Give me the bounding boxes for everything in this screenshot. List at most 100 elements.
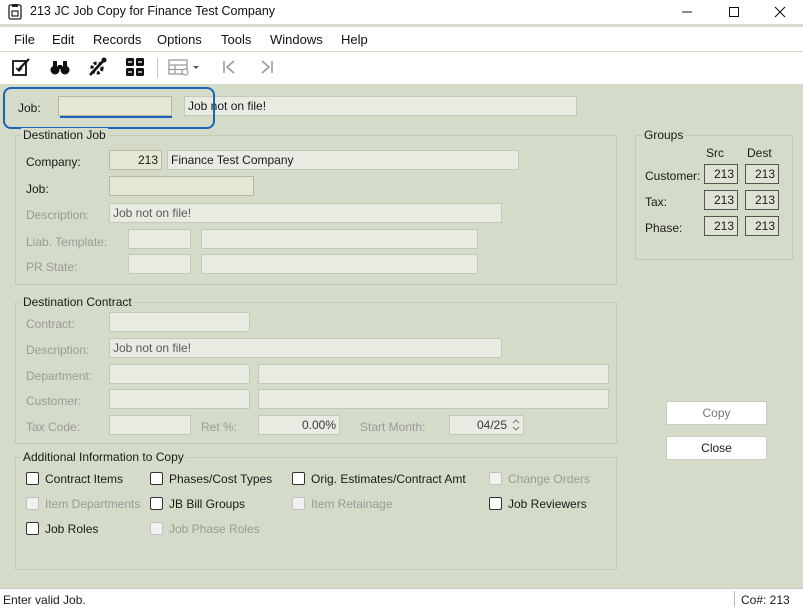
job-focus-highlight <box>3 87 215 129</box>
toolbar <box>0 52 803 84</box>
menu-windows[interactable]: Windows <box>270 32 323 47</box>
change-orders-label: Change Orders <box>508 472 591 486</box>
groups-customer-src[interactable]: 213 <box>704 164 738 184</box>
pr-state-desc <box>201 254 478 274</box>
customer-label: Customer: <box>26 394 82 408</box>
job-status: Job not on file! <box>184 96 577 116</box>
company-input[interactable]: 213 <box>109 150 162 170</box>
tools-button[interactable] <box>84 56 110 80</box>
job-phase-roles-label: Job Phase Roles <box>169 522 260 536</box>
destination-job-title: Destination Job <box>21 128 108 142</box>
groups-phase-src[interactable]: 213 <box>704 216 738 236</box>
jb-bill-groups-label: JB Bill Groups <box>169 497 246 511</box>
start-month-label: Start Month: <box>360 420 426 434</box>
spinner-arrows-icon <box>510 419 522 436</box>
maximize-icon <box>728 6 740 18</box>
job-roles-checkbox[interactable] <box>26 522 39 535</box>
liab-template-input[interactable] <box>128 229 191 249</box>
change-orders-checkbox[interactable] <box>489 472 502 485</box>
job-roles-label: Job Roles <box>45 522 99 536</box>
ret-label: Ret %: <box>201 420 238 434</box>
liab-template-desc <box>201 229 478 249</box>
edit-record-icon <box>10 56 32 81</box>
groups-title: Groups <box>642 128 686 142</box>
phases-cost-types-label: Phases/Cost Types <box>169 472 273 486</box>
minimize-icon <box>681 6 693 18</box>
status-company: Co#: 213 <box>741 593 790 607</box>
dest-description-label: Description: <box>26 208 90 222</box>
customer-input[interactable] <box>109 389 250 409</box>
menu-bar: File Edit Records Options Tools Windows … <box>0 27 803 51</box>
menu-options[interactable]: Options <box>157 32 202 47</box>
menu-tools[interactable]: Tools <box>221 32 251 47</box>
menu-file[interactable]: File <box>14 32 35 47</box>
pr-state-input[interactable] <box>128 254 191 274</box>
groups-dest-header: Dest <box>747 146 772 160</box>
view-dropdown-button[interactable] <box>164 56 204 80</box>
destination-contract-title: Destination Contract <box>21 295 134 309</box>
edit-record-button[interactable] <box>8 56 34 80</box>
additional-info-title: Additional Information to Copy <box>21 450 186 464</box>
tax-code-input[interactable] <box>109 415 191 435</box>
groups-tax-dest[interactable]: 213 <box>745 190 779 210</box>
groups-customer-dest[interactable]: 213 <box>745 164 779 184</box>
window-title: 213 JC Job Copy for Finance Test Company <box>30 4 276 18</box>
dest-job-input[interactable] <box>109 176 254 196</box>
binoculars-icon <box>49 56 71 81</box>
contract-description-label: Description: <box>26 343 90 357</box>
maximize-button[interactable] <box>711 0 757 24</box>
groups-phase-label: Phase: <box>645 221 683 235</box>
start-month-spinner[interactable] <box>510 417 522 433</box>
groups-customer-label: Customer: <box>645 169 701 183</box>
department-desc <box>258 364 609 384</box>
menu-help[interactable]: Help <box>341 32 368 47</box>
item-departments-checkbox[interactable] <box>26 497 39 510</box>
groups-tax-src[interactable]: 213 <box>704 190 738 210</box>
department-input[interactable] <box>109 364 250 384</box>
dest-description-input[interactable]: Job not on file! <box>109 203 502 223</box>
title-bar: 213 JC Job Copy for Finance Test Company <box>0 0 803 24</box>
item-departments-label: Item Departments <box>45 497 141 511</box>
groups-src-header: Src <box>706 146 724 160</box>
job-reviewers-checkbox[interactable] <box>489 497 502 510</box>
contract-input[interactable] <box>109 312 250 332</box>
menu-records[interactable]: Records <box>93 32 141 47</box>
copy-button[interactable]: Copy <box>666 401 767 425</box>
contract-description-input[interactable]: Job not on file! <box>109 338 502 358</box>
close-button[interactable]: Close <box>666 436 767 460</box>
close-window-button[interactable] <box>757 0 803 24</box>
first-record-button[interactable] <box>216 56 242 80</box>
first-record-icon <box>219 57 239 80</box>
liab-template-label: Liab. Template: <box>26 235 108 249</box>
company-label: Company: <box>26 155 81 169</box>
job-phase-roles-checkbox[interactable] <box>150 522 163 535</box>
orig-estimates-checkbox[interactable] <box>292 472 305 485</box>
jb-bill-groups-checkbox[interactable] <box>150 497 163 510</box>
menu-edit[interactable]: Edit <box>52 32 74 47</box>
wrench-gear-icon <box>86 56 108 81</box>
job-reviewers-label: Job Reviewers <box>508 497 587 511</box>
find-button[interactable] <box>47 56 73 80</box>
minimize-button[interactable] <box>664 0 710 24</box>
contract-items-label: Contract Items <box>45 472 124 486</box>
contract-label: Contract: <box>26 317 75 331</box>
last-record-button[interactable] <box>254 56 280 80</box>
view-table-icon <box>166 56 202 81</box>
department-label: Department: <box>26 369 93 383</box>
orig-estimates-label: Orig. Estimates/Contract Amt <box>311 472 466 486</box>
ret-input[interactable]: 0.00% <box>258 415 340 435</box>
phases-cost-types-checkbox[interactable] <box>150 472 163 485</box>
groups-phase-dest[interactable]: 213 <box>745 216 779 236</box>
company-name: Finance Test Company <box>167 150 519 170</box>
dest-job-label: Job: <box>26 182 49 196</box>
close-icon <box>774 6 786 18</box>
pr-state-label: PR State: <box>26 260 78 274</box>
grid-button[interactable] <box>122 56 148 80</box>
toolbar-separator <box>157 58 158 78</box>
customer-desc <box>258 389 609 409</box>
job-copy-app-icon <box>8 4 22 20</box>
status-bar: Enter valid Job. Co#: 213 <box>0 588 803 608</box>
groups-tax-label: Tax: <box>645 195 668 209</box>
contract-items-checkbox[interactable] <box>26 472 39 485</box>
item-retainage-checkbox[interactable] <box>292 497 305 510</box>
